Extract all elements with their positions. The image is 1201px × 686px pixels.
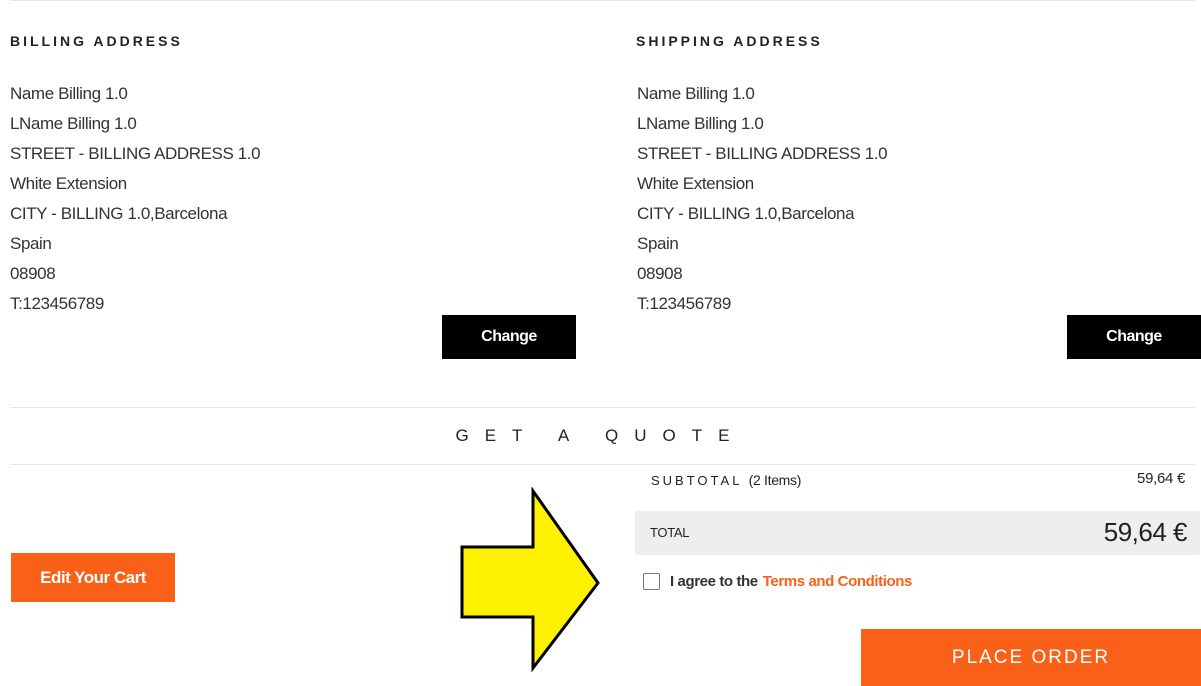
- terms-checkbox[interactable]: [643, 573, 660, 590]
- shipping-address-heading: SHIPPING ADDRESS: [636, 33, 823, 49]
- top-divider: [10, 0, 1195, 1]
- arrow-right-icon: [460, 487, 600, 672]
- billing-address-heading: BILLING ADDRESS: [10, 33, 183, 49]
- terms-and-conditions-link[interactable]: Terms and Conditions: [763, 573, 913, 590]
- terms-agreement-text: I agree to the: [670, 573, 758, 590]
- billing-city: CITY - BILLING 1.0,Barcelona: [10, 204, 228, 223]
- shipping-city: CITY - BILLING 1.0,Barcelona: [637, 204, 855, 223]
- terms-agreement-row: I agree to the Terms and Conditions: [643, 573, 912, 590]
- address-divider: [10, 407, 1195, 408]
- subtotal-label: SUBTOTAL (2 Items): [651, 472, 801, 488]
- shipping-street-extension: White Extension: [637, 174, 754, 193]
- billing-street-extension: White Extension: [10, 174, 127, 193]
- shipping-change-button[interactable]: Change: [1067, 315, 1201, 359]
- billing-last-name: LName Billing 1.0: [10, 114, 137, 133]
- checkout-review-page: BILLING ADDRESS Name Billing 1.0 LName B…: [0, 0, 1201, 686]
- shipping-country: Spain: [637, 234, 679, 253]
- place-order-button[interactable]: PLACE ORDER: [861, 629, 1201, 686]
- billing-postcode: 08908: [10, 264, 56, 283]
- total-value: 59,64 €: [1103, 517, 1188, 547]
- billing-change-button[interactable]: Change: [442, 315, 576, 359]
- get-a-quote-title: GET A QUOTE: [455, 426, 746, 445]
- shipping-first-name: Name Billing 1.0: [637, 84, 755, 103]
- quote-divider: [10, 464, 1195, 465]
- billing-street: STREET - BILLING ADDRESS 1.0: [10, 144, 261, 163]
- subtotal-item-count: (2 Items): [748, 472, 802, 488]
- total-row: TOTAL 59,64 €: [635, 511, 1200, 555]
- billing-first-name: Name Billing 1.0: [10, 84, 128, 103]
- shipping-postcode: 08908: [637, 264, 683, 283]
- edit-your-cart-button[interactable]: Edit Your Cart: [11, 553, 175, 602]
- billing-country: Spain: [10, 234, 52, 253]
- total-label: TOTAL: [650, 525, 690, 540]
- shipping-address-lines: Name Billing 1.0 LName Billing 1.0 STREE…: [637, 79, 888, 319]
- billing-address-lines: Name Billing 1.0 LName Billing 1.0 STREE…: [10, 79, 261, 319]
- subtotal-label-text: SUBTOTAL: [651, 473, 742, 488]
- billing-phone: T:123456789: [10, 294, 104, 313]
- shipping-last-name: LName Billing 1.0: [637, 114, 764, 133]
- shipping-street: STREET - BILLING ADDRESS 1.0: [637, 144, 888, 163]
- shipping-phone: T:123456789: [637, 294, 731, 313]
- subtotal-value: 59,64 €: [1137, 470, 1185, 487]
